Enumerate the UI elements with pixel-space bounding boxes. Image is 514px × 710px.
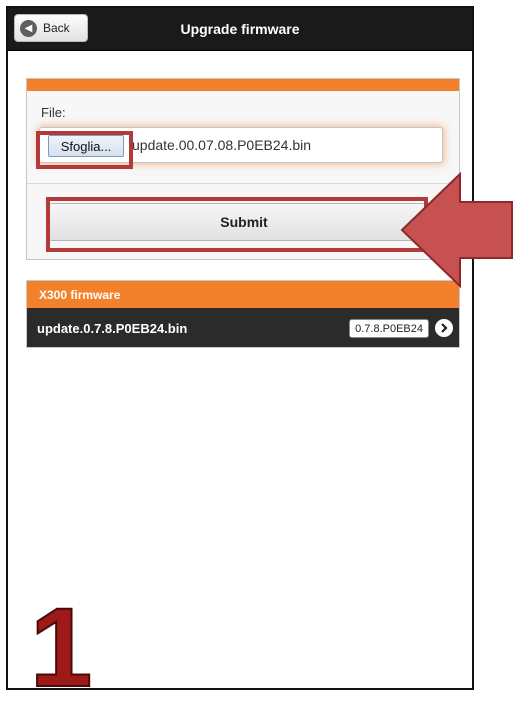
firmware-list-header: X300 firmware	[27, 281, 459, 308]
chevron-right-icon	[435, 319, 453, 337]
page-title: Upgrade firmware	[180, 21, 300, 37]
step-number: 1	[29, 585, 93, 710]
firmware-list: X300 firmware update.0.7.8.P0EB24.bin 0.…	[26, 280, 460, 348]
list-item[interactable]: update.0.7.8.P0EB24.bin 0.7.8.P0EB24	[27, 308, 459, 347]
version-badge: 0.7.8.P0EB24	[349, 319, 429, 338]
submit-button[interactable]: Submit	[47, 203, 441, 241]
form-accent-bar	[27, 79, 459, 91]
file-input[interactable]: Sfoglia... update.00.07.08.P0EB24.bin	[39, 127, 443, 163]
form-divider	[27, 183, 459, 184]
browse-button[interactable]: Sfoglia...	[48, 135, 124, 157]
firmware-name: update.0.7.8.P0EB24.bin	[37, 320, 188, 336]
top-bar: ◀ Back Upgrade firmware	[8, 8, 472, 51]
selected-file-name: update.00.07.08.P0EB24.bin	[132, 137, 312, 153]
upload-form: File: Sfoglia... update.00.07.08.P0EB24.…	[26, 78, 460, 260]
file-label: File:	[41, 105, 66, 120]
